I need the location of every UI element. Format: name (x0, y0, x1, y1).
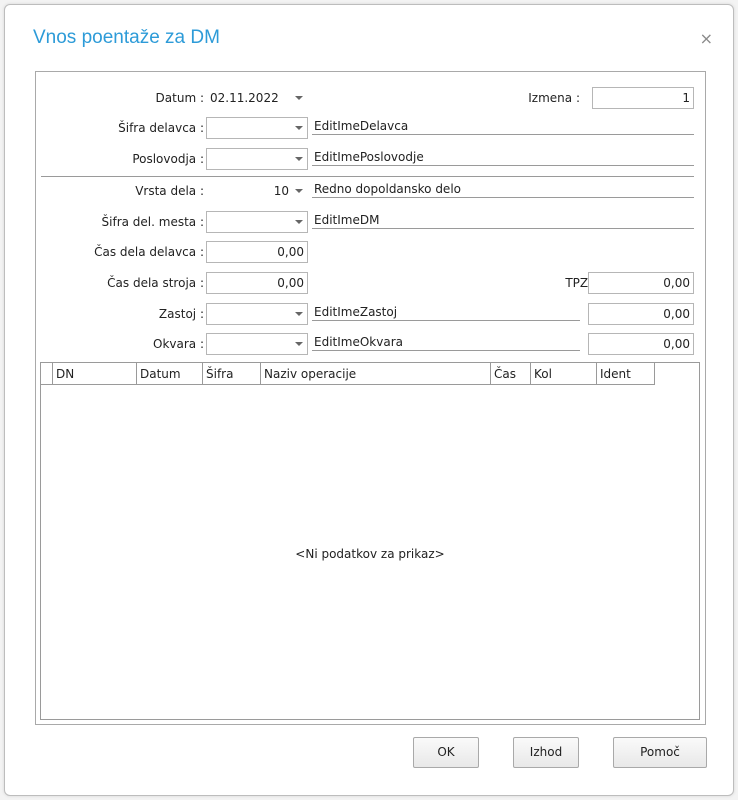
okvara-label: Okvara : (153, 337, 204, 351)
column-header-kol[interactable]: Kol (531, 363, 597, 385)
column-header-ident[interactable]: Ident (597, 363, 655, 385)
poslovodja-label: Poslovodja : (132, 152, 204, 166)
column-header-naziv-operacije[interactable]: Naziv operacije (261, 363, 491, 385)
dialog-title: Vnos poentaže za DM (33, 27, 220, 48)
column-header-cas[interactable]: Čas (491, 363, 531, 385)
ime-delavca-field: EditImeDelavca (312, 115, 694, 135)
close-icon[interactable]: × (700, 31, 713, 47)
chevron-down-icon[interactable] (295, 126, 303, 130)
izhod-button[interactable]: Izhod (513, 737, 579, 768)
vrsta-dela-dropdown[interactable]: 10 (206, 180, 308, 202)
data-grid[interactable]: DN Datum Šifra Naziv operacije Čas Kol I… (40, 362, 700, 720)
dialog-window: Vnos poentaže za DM × Datum : 02.11.2022… (4, 4, 734, 796)
column-header-dn[interactable]: DN (53, 363, 137, 385)
ime-dm-field: EditImeDM (312, 209, 694, 229)
okvara-dropdown[interactable] (206, 333, 308, 355)
sifra-delavca-dropdown[interactable] (206, 117, 308, 139)
grid-empty-message: <Ni podatkov za prikaz> (295, 547, 445, 561)
tpz-input[interactable]: 0,00 (588, 272, 694, 294)
chevron-down-icon[interactable] (295, 189, 303, 193)
izmena-input[interactable]: 1 (592, 87, 694, 109)
vrsta-dela-value: 10 (273, 184, 289, 198)
sifra-del-mesta-dropdown[interactable] (206, 211, 308, 233)
ime-poslovodje-field: EditImePoslovodje (312, 146, 694, 166)
cas-dela-delavca-label: Čas dela delavca : (94, 245, 204, 259)
chevron-down-icon[interactable] (295, 157, 303, 161)
pomoc-button[interactable]: Pomoč (613, 737, 707, 768)
datum-value: 02.11.2022 (210, 91, 279, 105)
grid-row-indicator-header (41, 363, 53, 385)
tpz-label: TPZ : (565, 276, 596, 290)
cas-dela-stroja-input[interactable]: 0,00 (206, 272, 308, 294)
sifra-delavca-label: Šifra delavca : (118, 121, 204, 135)
chevron-down-icon[interactable] (295, 96, 303, 100)
chevron-down-icon[interactable] (295, 220, 303, 224)
column-header-sifra[interactable]: Šifra (203, 363, 261, 385)
poslovodja-dropdown[interactable] (206, 148, 308, 170)
zastoj-label: Zastoj : (158, 307, 204, 321)
ime-zastoj-field: EditImeZastoj (312, 301, 580, 321)
vrsta-dela-name-field: Redno dopoldansko delo (312, 178, 694, 198)
sifra-del-mesta-label: Šifra del. mesta : (101, 215, 204, 229)
section-divider (41, 176, 694, 177)
form-panel: Datum : 02.11.2022 Izmena : 1 Šifra dela… (35, 71, 706, 725)
datum-dropdown[interactable]: 02.11.2022 (206, 87, 308, 109)
cas-dela-stroja-label: Čas dela stroja : (107, 276, 204, 290)
ime-okvara-field: EditImeOkvara (312, 331, 580, 351)
cas-dela-delavca-input[interactable]: 0,00 (206, 241, 308, 263)
okvara-amount-input[interactable]: 0,00 (588, 333, 694, 355)
izmena-label: Izmena : (528, 91, 580, 105)
column-header-datum[interactable]: Datum (137, 363, 203, 385)
vrsta-dela-label: Vrsta dela : (135, 184, 204, 198)
chevron-down-icon[interactable] (295, 312, 303, 316)
zastoj-amount-input[interactable]: 0,00 (588, 303, 694, 325)
zastoj-dropdown[interactable] (206, 303, 308, 325)
datum-label: Datum : (155, 91, 204, 105)
chevron-down-icon[interactable] (295, 342, 303, 346)
ok-button[interactable]: OK (413, 737, 479, 768)
